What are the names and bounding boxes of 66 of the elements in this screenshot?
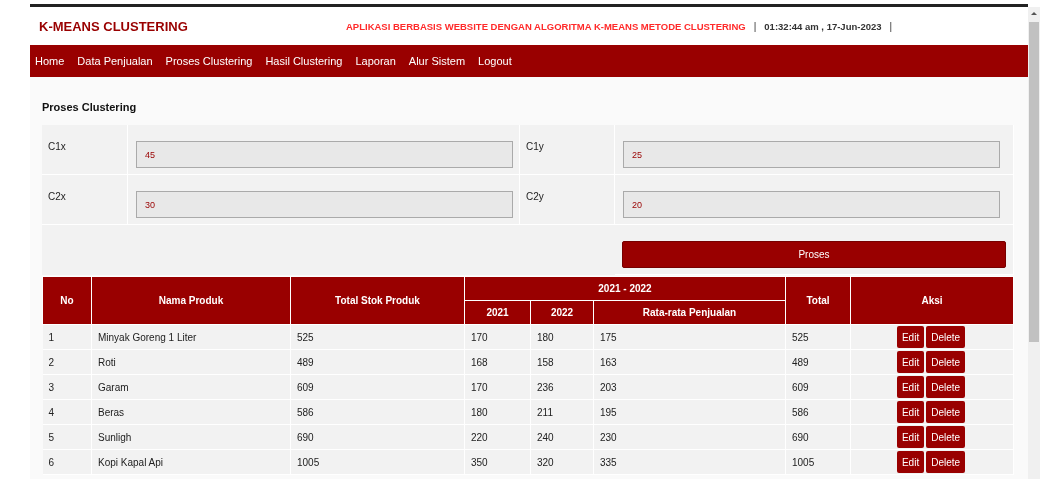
- table-cell: 1: [42, 324, 92, 350]
- datetime: 01:32:44 am , 17-Jun-2023: [764, 20, 882, 32]
- nav-link[interactable]: Data Penjualan: [77, 55, 153, 67]
- column-header: Nama Produk: [91, 276, 291, 325]
- table-cell: 5: [42, 424, 92, 450]
- section-title: Proses Clustering: [42, 101, 138, 115]
- edit-button[interactable]: Edit: [896, 351, 925, 373]
- delete-button[interactable]: Delete: [926, 351, 966, 373]
- delete-button[interactable]: Delete: [926, 401, 966, 423]
- site-tagline: APLIKASI BERBASIS WEBSITE DENGAN ALGORITMA K-MEANS METODE CLUSTERING: [346, 20, 746, 32]
- column-header: 2021 - 2022: [464, 276, 786, 301]
- table-cell: 175: [593, 324, 786, 350]
- field-label: C2x: [47, 190, 66, 204]
- table-cell: 3: [42, 374, 92, 400]
- table-cell: 489: [290, 349, 465, 375]
- edit-button[interactable]: Edit: [896, 401, 925, 423]
- field-label: C1y: [525, 140, 544, 154]
- input-field[interactable]: 25: [623, 141, 1000, 168]
- table-cell: 6: [42, 449, 92, 475]
- table-cell: Sunligh: [91, 424, 291, 450]
- column-header: Total: [785, 276, 851, 325]
- table-cell: 335: [593, 449, 786, 475]
- table-cell: 230: [593, 424, 786, 450]
- table-cell: 2: [42, 349, 92, 375]
- column-header: Aksi: [850, 276, 1014, 325]
- table-cell: Garam: [91, 374, 291, 400]
- table-cell: Kopi Kapal Api: [91, 449, 291, 475]
- nav-link[interactable]: Laporan: [355, 55, 396, 67]
- column-header: Total Stok Produk: [290, 276, 465, 325]
- separator: |: [753, 20, 757, 32]
- table-cell: 4: [42, 399, 92, 425]
- submit-button[interactable]: Proses: [622, 241, 1006, 268]
- delete-button[interactable]: Delete: [926, 451, 966, 473]
- edit-button[interactable]: Edit: [896, 451, 925, 473]
- table-cell: 525: [290, 324, 465, 350]
- nav-link[interactable]: Alur Sistem: [408, 55, 466, 67]
- nav-link[interactable]: Home: [35, 55, 65, 67]
- nav-link[interactable]: Hasil Clustering: [265, 55, 343, 67]
- table-cell: 1005: [290, 449, 465, 475]
- input-field[interactable]: 45: [136, 141, 513, 168]
- separator: |: [889, 20, 893, 32]
- table-cell: Roti: [91, 349, 291, 375]
- table-cell: 195: [593, 399, 786, 425]
- delete-button[interactable]: Delete: [926, 376, 966, 398]
- table-cell: 609: [290, 374, 465, 400]
- table-cell: Beras: [91, 399, 291, 425]
- table-cell: 203: [593, 374, 786, 400]
- delete-button[interactable]: Delete: [926, 326, 966, 348]
- field-label: C1x: [47, 140, 66, 154]
- edit-button[interactable]: Edit: [896, 426, 925, 448]
- site-brand: K-MEANS CLUSTERING: [39, 18, 189, 34]
- table-cell: Minyak Goreng 1 Liter: [91, 324, 291, 350]
- table-cell: 163: [593, 349, 786, 375]
- nav-link[interactable]: Proses Clustering: [165, 55, 253, 67]
- nav-link[interactable]: Logout: [478, 55, 512, 67]
- column-header: No: [42, 276, 92, 325]
- edit-button[interactable]: Edit: [896, 326, 925, 348]
- table-cell: 586: [290, 399, 465, 425]
- input-field[interactable]: 30: [136, 191, 513, 218]
- column-header: Rata-rata Penjualan: [593, 300, 786, 325]
- edit-button[interactable]: Edit: [896, 376, 925, 398]
- input-field[interactable]: 20: [623, 191, 1000, 218]
- delete-button[interactable]: Delete: [926, 426, 966, 448]
- scrollbar[interactable]: [1028, 7, 1040, 479]
- table-cell: 690: [290, 424, 465, 450]
- field-label: C2y: [525, 190, 544, 204]
